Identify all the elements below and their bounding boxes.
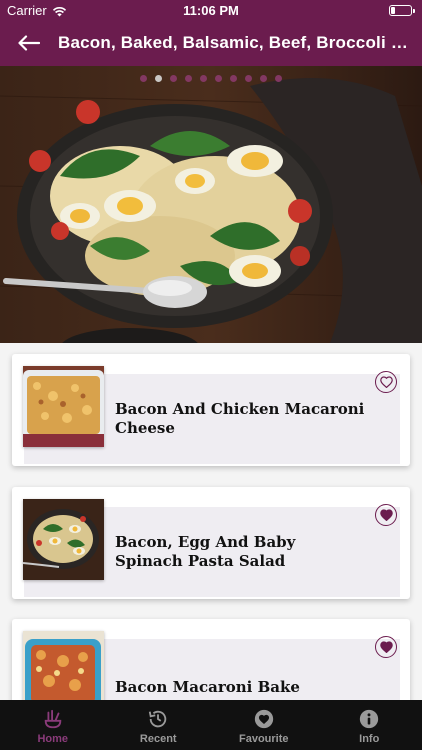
home-icon <box>44 709 62 729</box>
recipe-thumbnail <box>23 499 104 580</box>
tab-favourite[interactable]: Favourite <box>211 700 317 750</box>
recipe-title: Bacon And Chicken Macaroni Cheese <box>115 400 365 437</box>
tab-recent[interactable]: Recent <box>106 700 212 750</box>
carousel-dot[interactable] <box>245 75 252 82</box>
carousel-dot[interactable] <box>200 75 207 82</box>
favourite-button[interactable] <box>375 371 397 393</box>
recipe-card[interactable]: Bacon And Chicken Macaroni Cheese <box>12 354 410 466</box>
carousel-dot[interactable] <box>230 75 237 82</box>
status-bar: Carrier 11:06 PM <box>0 0 422 22</box>
favourite-button[interactable] <box>375 636 397 658</box>
recipe-title: Bacon, Egg And Baby Spinach Pasta Salad <box>115 533 296 570</box>
carousel-dot[interactable] <box>185 75 192 82</box>
favourite-icon <box>254 709 273 729</box>
tab-label: Info <box>359 733 380 745</box>
tab-info[interactable]: Info <box>317 700 422 750</box>
status-time: 11:06 PM <box>183 3 239 18</box>
carousel-dot[interactable] <box>155 75 162 82</box>
heart-icon <box>379 641 393 653</box>
recipe-thumbnail <box>23 631 104 700</box>
recipe-card[interactable]: Bacon, Egg And Baby Spinach Pasta Salad <box>12 487 410 599</box>
carousel-dot[interactable] <box>260 75 267 82</box>
tab-home[interactable]: Home <box>0 700 106 750</box>
tab-bar: Home Recent Favourite Info <box>0 700 422 750</box>
recipe-card[interactable]: Bacon Macaroni Bake <box>12 619 410 700</box>
carousel-dot[interactable] <box>140 75 147 82</box>
recipe-thumbnail <box>23 366 104 447</box>
tab-label: Home <box>37 733 69 745</box>
favourite-button[interactable] <box>375 504 397 526</box>
back-button[interactable] <box>14 30 44 56</box>
carousel-dot[interactable] <box>275 75 282 82</box>
carousel-page-dots[interactable] <box>0 75 422 82</box>
back-arrow-icon <box>18 35 40 51</box>
hero-image[interactable] <box>0 66 422 343</box>
info-icon <box>360 709 379 729</box>
battery-icon <box>389 5 415 16</box>
tab-label: Recent <box>139 733 177 745</box>
carousel-dot[interactable] <box>170 75 177 82</box>
recent-icon <box>149 710 167 728</box>
carousel-dot[interactable] <box>215 75 222 82</box>
heart-icon <box>379 376 393 388</box>
nav-header: Carrier 11:06 PM Bacon, Baked, Balsamic,… <box>0 0 422 66</box>
recipe-list[interactable]: Bacon And Chicken Macaroni Cheese Bacon,… <box>0 343 422 700</box>
heart-icon <box>379 509 393 521</box>
tab-label: Favourite <box>238 733 289 745</box>
recipe-title: Bacon Macaroni Bake <box>115 678 300 696</box>
page-title: Bacon, Baked, Balsamic, Beef, Broccoli P… <box>58 33 410 52</box>
